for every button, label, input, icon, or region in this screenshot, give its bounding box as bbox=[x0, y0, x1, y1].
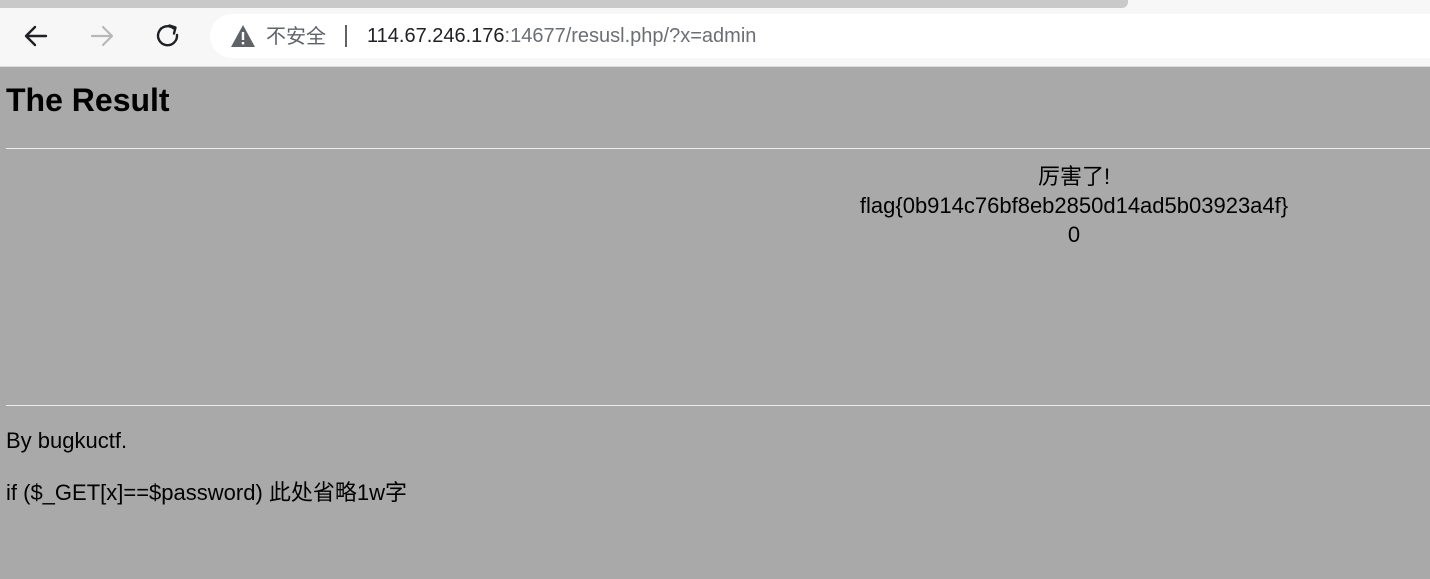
browser-toolbar: 不安全 114.67.246.176:14677/resusl.php/?x=a… bbox=[0, 0, 1430, 67]
forward-button[interactable] bbox=[82, 16, 122, 56]
byline-text: By bugkuctf. bbox=[6, 428, 128, 453]
arrow-right-icon bbox=[90, 25, 114, 47]
horizontal-rule bbox=[6, 405, 1430, 406]
reload-button[interactable] bbox=[148, 16, 188, 56]
reload-icon bbox=[156, 24, 179, 47]
url-text[interactable]: 114.67.246.176:14677/resusl.php/?x=admin bbox=[367, 24, 756, 48]
horizontal-rule bbox=[6, 148, 1430, 149]
arrow-left-icon bbox=[24, 25, 48, 47]
back-button[interactable] bbox=[16, 16, 56, 56]
flag-text: flag{0b914c76bf8eb2850d14ad5b03923a4f} bbox=[859, 193, 1289, 218]
page-title: The Result bbox=[6, 82, 170, 118]
url-host: 114.67.246.176 bbox=[367, 25, 505, 47]
url-path: :14677/resusl.php/?x=admin bbox=[504, 25, 757, 47]
address-divider bbox=[345, 25, 347, 47]
result-block: 厉害了! flag{0b914c76bf8eb2850d14ad5b03923a… bbox=[718, 162, 1430, 249]
result-number: 0 bbox=[1067, 222, 1081, 247]
warning-triangle-icon[interactable] bbox=[230, 24, 256, 48]
tab-strip bbox=[0, 0, 1128, 8]
security-status-label[interactable]: 不安全 bbox=[266, 24, 326, 48]
result-message: 厉害了! bbox=[1037, 164, 1111, 189]
address-bar[interactable]: 不安全 114.67.246.176:14677/resusl.php/?x=a… bbox=[210, 14, 1430, 58]
code-hint-text: if ($_GET[x]==$password) 此处省略1w字 bbox=[6, 480, 408, 505]
page-content: The Result 厉害了! flag{0b914c76bf8eb2850d1… bbox=[0, 67, 1430, 579]
